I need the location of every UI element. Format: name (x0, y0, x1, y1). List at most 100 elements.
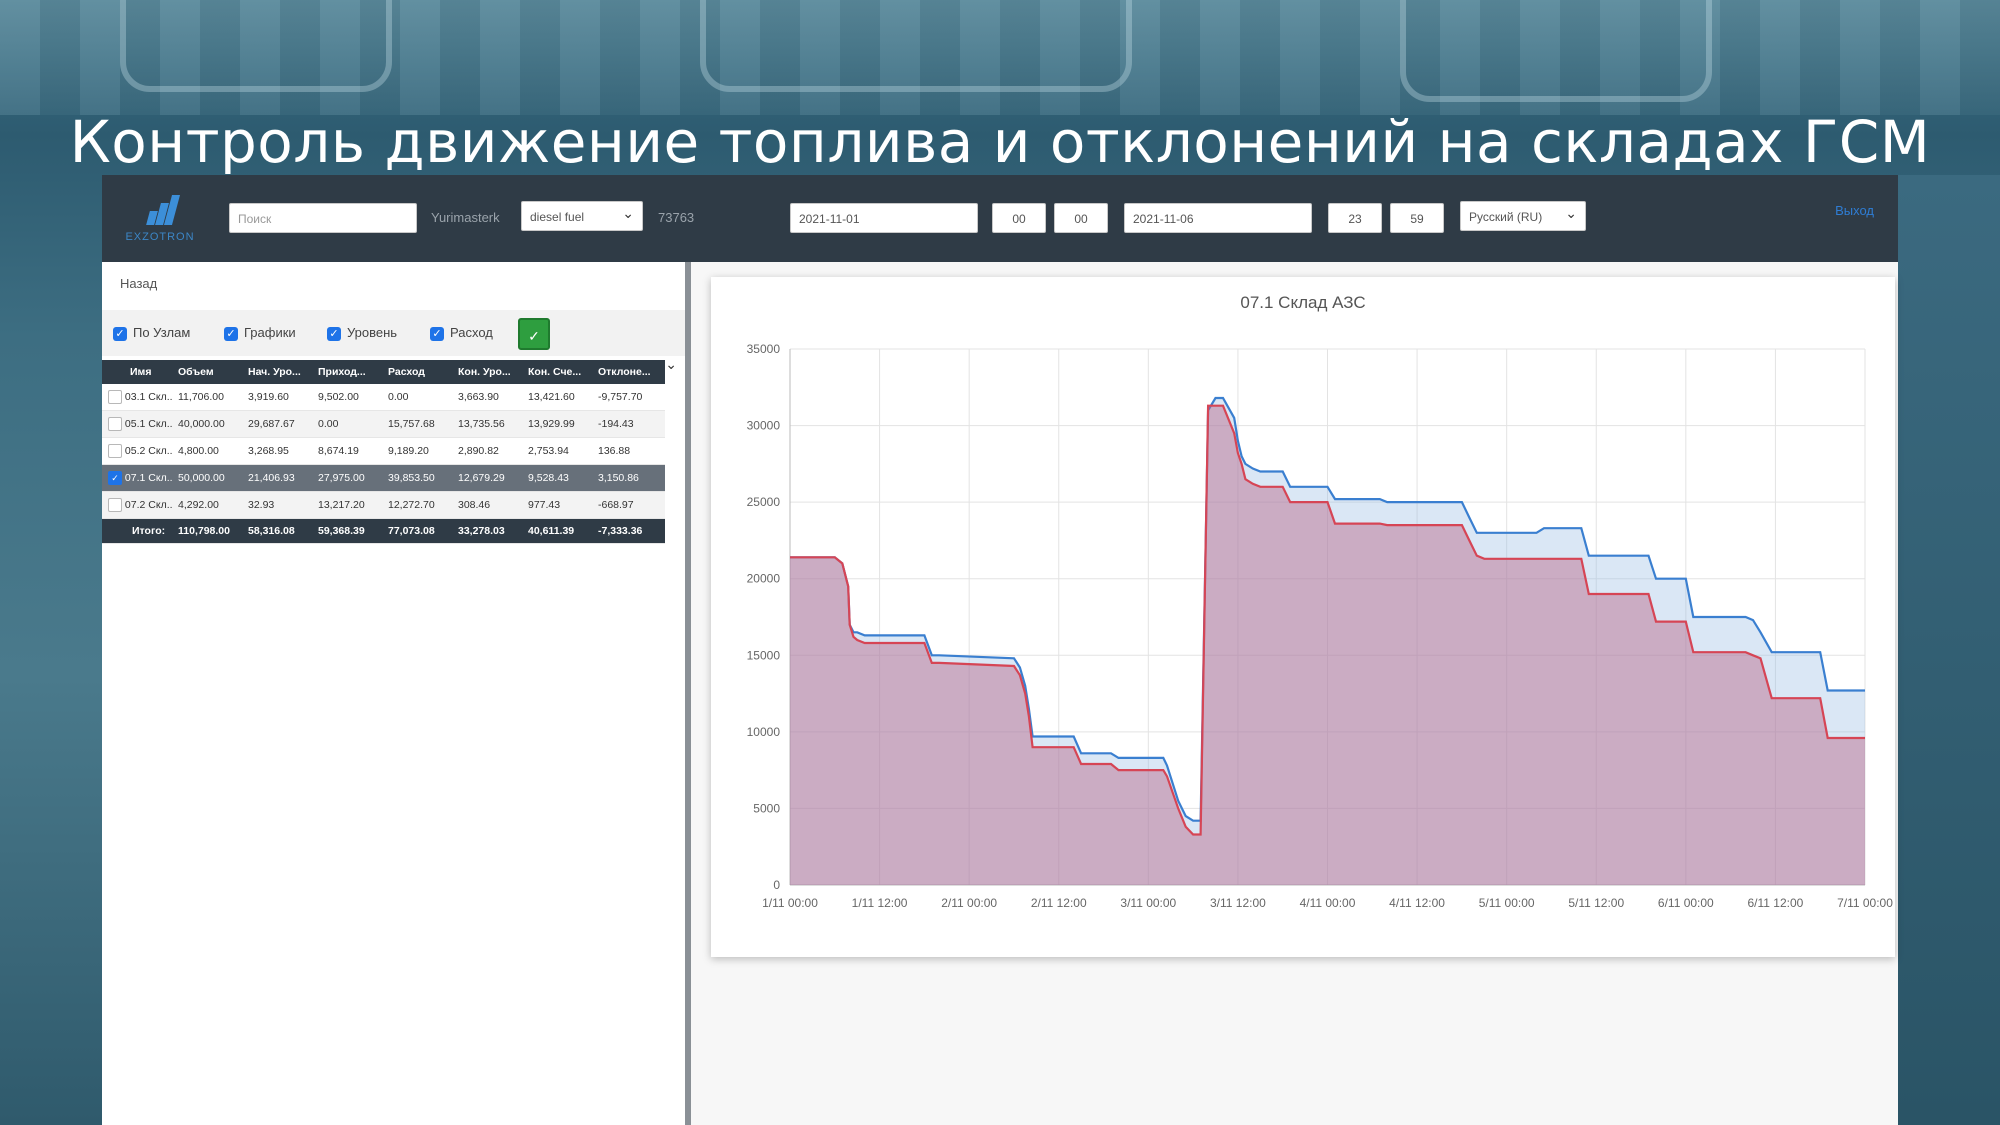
hour-from-input[interactable]: 00 (992, 203, 1046, 233)
language-select-value: Русский (RU) (1469, 210, 1543, 224)
table-row[interactable]: 07.2 Скл... 4,292.00 32.93 13,217.20 12,… (102, 491, 685, 519)
row-checkbox[interactable] (108, 498, 122, 512)
chart-card: 07.1 Склад АЗС 0 5000 10000 15000 20000 25000… (711, 277, 1895, 957)
x-tick-label: 5/11 00:00 (1479, 896, 1535, 910)
table-cell: 3,150.86 (592, 464, 665, 492)
y-tick-label: 30000 (747, 419, 781, 433)
logo[interactable]: EXZOTRON (118, 189, 202, 249)
date-from-input[interactable]: 2021-11-01 (790, 203, 978, 233)
cell-text: 03.1 Скл... (124, 390, 172, 403)
table-total-row: Итого: 110,798.00 58,316.08 59,368.39 77… (102, 518, 685, 544)
table-cell: -194.43 (592, 410, 665, 438)
column-header[interactable]: Отклоне... (592, 360, 665, 384)
column-header[interactable]: Приход... (312, 360, 382, 384)
table-row[interactable]: 03.1 Скл... 11,706.00 3,919.60 9,502.00 … (102, 384, 685, 411)
table-cell: 27,975.00 (312, 464, 382, 492)
filter-consumption[interactable]: ✓ Расход (430, 324, 493, 342)
table-cell: 3,268.95 (242, 437, 312, 465)
x-tick-label: 6/11 12:00 (1748, 896, 1804, 910)
y-tick-label: 0 (773, 878, 780, 892)
table-cell: 33,278.03 (452, 518, 522, 544)
filter-by-nodes[interactable]: ✓ По Узлам (113, 324, 190, 342)
table-cell: 308.46 (452, 491, 522, 519)
x-tick-label: 2/11 00:00 (941, 896, 997, 910)
column-header[interactable]: Объем (172, 360, 242, 384)
filter-label: Уровень (347, 325, 398, 340)
x-tick-label: 4/11 12:00 (1389, 896, 1445, 910)
filter-label: По Узлам (133, 325, 191, 340)
x-tick-label: 4/11 00:00 (1300, 896, 1356, 910)
column-header[interactable]: Кон. Уро... (452, 360, 522, 384)
row-checkbox[interactable] (108, 417, 122, 431)
table-cell: 2,890.82 (452, 437, 522, 465)
column-header[interactable]: Расход (382, 360, 452, 384)
circuit-decoration (120, 0, 392, 92)
table-cell: 40,000.00 (172, 410, 242, 438)
table-cell: 29,687.67 (242, 410, 312, 438)
row-checkbox[interactable]: ✓ (108, 471, 122, 485)
checkbox-icon: ✓ (327, 326, 341, 341)
cell-text: 05.2 Скл... (124, 444, 172, 457)
table-cell: 136.88 (592, 437, 665, 465)
y-tick-label: 5000 (753, 801, 780, 815)
hour-to-input[interactable]: 23 (1328, 203, 1382, 233)
filter-charts[interactable]: ✓ Графики (224, 324, 296, 342)
name-cell: 05.1 Скл... (102, 410, 172, 438)
table-header-row: Имя Объем Нач. Уро... Приход... Расход К… (102, 360, 685, 384)
back-link[interactable]: Назад (120, 276, 157, 291)
username: Yurimasterk (431, 210, 500, 225)
table-cell: 12,679.29 (452, 464, 522, 492)
right-panel: 07.1 Склад АЗС 0 5000 10000 15000 20000 25000… (691, 262, 1898, 1125)
minute-from-input[interactable]: 00 (1054, 203, 1108, 233)
app-window: EXZOTRON Поиск Yurimasterk diesel fuel 7… (102, 175, 1898, 1125)
table-cell: 39,853.50 (382, 464, 452, 492)
minute-to-input[interactable]: 59 (1390, 203, 1444, 233)
date-to-input[interactable]: 2021-11-06 (1124, 203, 1312, 233)
x-tick-label: 2/11 12:00 (1031, 896, 1087, 910)
x-tick-label: 3/11 00:00 (1120, 896, 1176, 910)
column-header[interactable]: Имя (102, 360, 172, 384)
table-row[interactable]: 05.1 Скл... 40,000.00 29,687.67 0.00 15,… (102, 410, 685, 438)
cell-text: 07.1 Скл... (124, 471, 172, 484)
checkbox-icon: ✓ (224, 326, 238, 341)
table-cell: -668.97 (592, 491, 665, 519)
circuit-decoration (1400, 0, 1712, 102)
table-cell: 12,272.70 (382, 491, 452, 519)
name-cell: 05.2 Скл... (102, 437, 172, 465)
table-cell: 21,406.93 (242, 464, 312, 492)
row-checkbox[interactable] (108, 390, 122, 404)
table-cell: 13,217.20 (312, 491, 382, 519)
filter-bar: ✓ По Узлам ✓ Графики ✓ Уровень ✓ Расход (102, 310, 685, 356)
y-tick-label: 35000 (747, 342, 781, 356)
apply-button[interactable]: ✓ (518, 318, 550, 350)
y-tick-label: 20000 (747, 572, 781, 586)
table-cell: 4,292.00 (172, 491, 242, 519)
filter-label: Расход (450, 325, 493, 340)
fuel-select-value: diesel fuel (530, 210, 585, 224)
table-cell: 77,073.08 (382, 518, 452, 544)
table-cell: 3,663.90 (452, 384, 522, 411)
filter-label: Графики (244, 325, 296, 340)
table-row[interactable]: 05.2 Скл... 4,800.00 3,268.95 8,674.19 9… (102, 437, 685, 465)
cell-text: 07.2 Скл... (124, 498, 172, 511)
table-cell: 59,368.39 (312, 518, 382, 544)
logout-link[interactable]: Выход (1835, 203, 1874, 218)
x-tick-label: 7/11 00:00 (1837, 896, 1893, 910)
y-tick-label: 25000 (747, 495, 781, 509)
checkbox-icon: ✓ (113, 326, 127, 341)
search-input[interactable]: Поиск (229, 203, 417, 233)
background-decoration (1898, 175, 2000, 1125)
fuel-select[interactable]: diesel fuel (521, 198, 643, 231)
table-row-selected[interactable]: ✓ 07.1 Скл... 50,000.00 21,406.93 27,975… (102, 464, 685, 492)
filter-level[interactable]: ✓ Уровень (327, 324, 397, 342)
table-cell: -7,333.36 (592, 518, 665, 544)
x-tick-label: 1/11 00:00 (762, 896, 818, 910)
row-checkbox[interactable] (108, 444, 122, 458)
column-header[interactable]: Кон. Сче... (522, 360, 592, 384)
language-select[interactable]: Русский (RU) (1460, 198, 1586, 231)
table-cell: 977.43 (522, 491, 592, 519)
x-tick-label: 1/11 12:00 (852, 896, 908, 910)
circuit-decoration (700, 0, 1132, 92)
cell-text: 05.1 Скл... (124, 417, 172, 430)
column-header[interactable]: Нач. Уро... (242, 360, 312, 384)
